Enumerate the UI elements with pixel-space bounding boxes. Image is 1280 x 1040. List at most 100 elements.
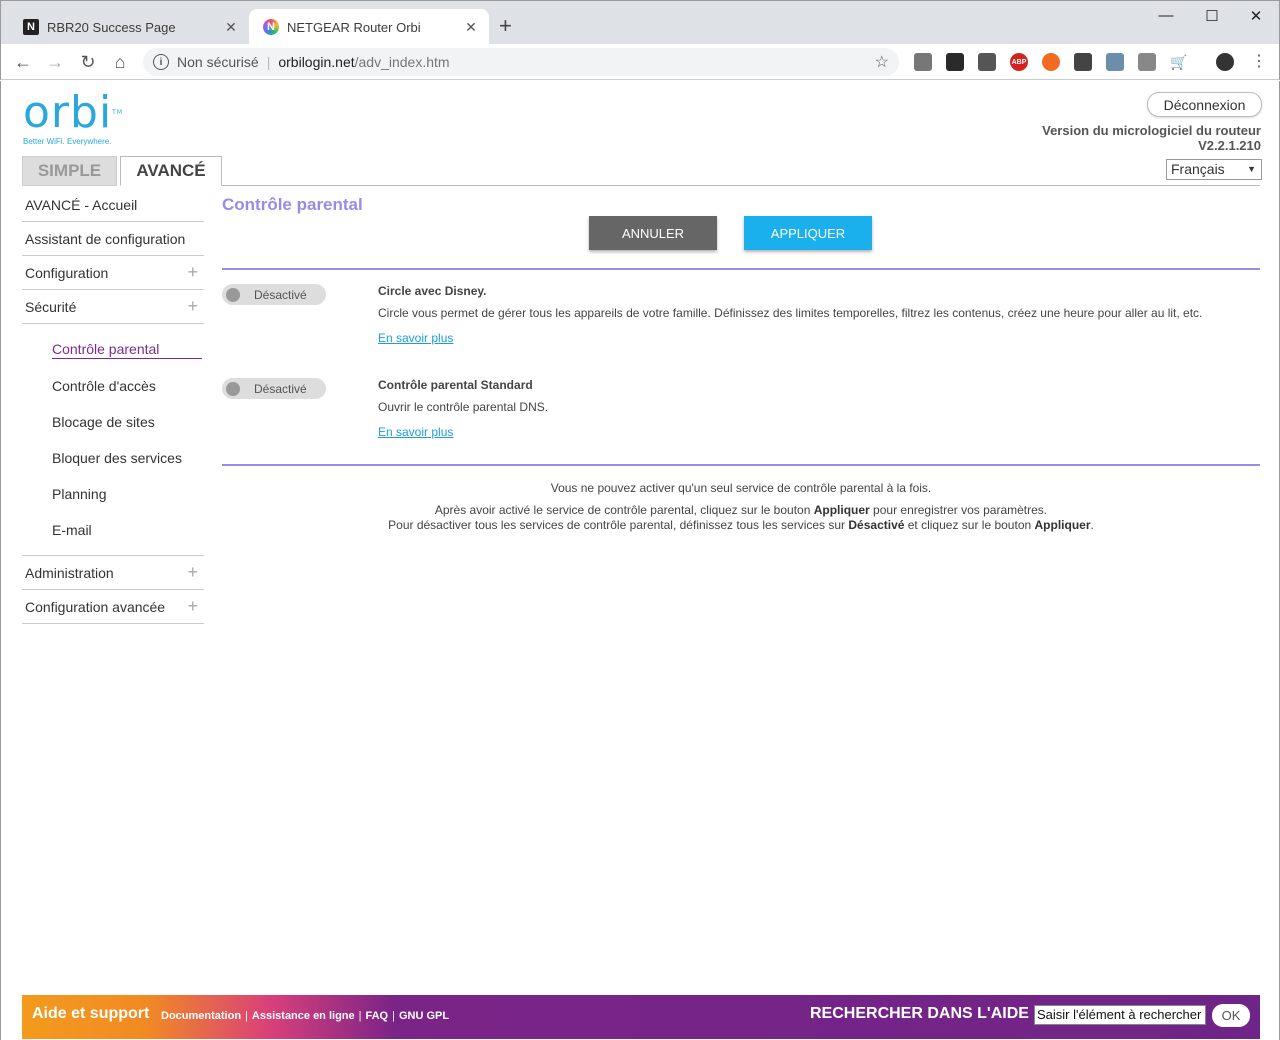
- sidebar-sub-label: Contrôle d'accès: [52, 378, 156, 394]
- avatar-icon[interactable]: [1216, 53, 1234, 71]
- cancel-button[interactable]: ANNULER: [589, 216, 717, 250]
- tab-simple[interactable]: SIMPLE: [22, 156, 117, 186]
- logo-tagline: Better WiFi. Everywhere.: [23, 137, 112, 146]
- adblock-icon[interactable]: ABP: [1010, 53, 1028, 71]
- address-separator: |: [266, 54, 271, 70]
- expand-plus-icon[interactable]: +: [187, 262, 198, 283]
- maximize-button[interactable]: ☐: [1189, 7, 1235, 25]
- firmware-label: Version du micrologiciel du routeur: [1042, 123, 1261, 138]
- sidebar-sub-label: Blocage de sites: [52, 414, 155, 430]
- shield-icon[interactable]: [1106, 53, 1124, 71]
- sidebar-item-label: AVANCÉ - Accueil: [25, 196, 138, 213]
- toggle-knob: [226, 381, 240, 396]
- back-arrow-icon[interactable]: ←: [11, 50, 35, 74]
- sidebar-item-setup-wizard[interactable]: Assistant de configuration: [22, 222, 204, 256]
- info-notes: Vous ne pouvez activer qu'un seul servic…: [222, 481, 1260, 533]
- note-bold: Appliquer: [1034, 518, 1091, 532]
- menu-icon[interactable]: ⋮: [1247, 50, 1271, 74]
- logo-tm: TM: [112, 109, 124, 116]
- sidebar-item-configuration[interactable]: Configuration +: [22, 256, 204, 290]
- tab-advanced[interactable]: AVANCÉ: [120, 156, 222, 186]
- sidebar-item-label: Configuration: [25, 264, 109, 281]
- note-text: et cliquez sur le bouton: [904, 518, 1035, 532]
- sidebar-item-label: Assistant de configuration: [25, 230, 186, 247]
- browser-toolbar: ← → ↻ ⌂ i Non sécurisé | orbilogin.net/a…: [0, 44, 1280, 80]
- security-status: Non sécurisé: [177, 54, 259, 70]
- expand-plus-icon[interactable]: +: [187, 562, 198, 583]
- note-text: pour enregistrer vos paramètres.: [869, 503, 1048, 517]
- firmware-info: Version du micrologiciel du routeur V2.2…: [1042, 123, 1261, 153]
- tab-close-icon[interactable]: ✕: [461, 19, 481, 36]
- service-title: Contrôle parental Standard: [378, 378, 533, 392]
- bookmark-star-icon[interactable]: ☆: [875, 52, 889, 72]
- url-host: orbilogin.net: [278, 54, 355, 70]
- gnu-gpl-link[interactable]: GNU GPL: [399, 1010, 449, 1022]
- expand-plus-icon[interactable]: +: [187, 296, 198, 317]
- sidebar-sub-block-sites[interactable]: Blocage de sites: [22, 404, 204, 440]
- router-page: orbiTM Better WiFi. Everywhere. Déconnex…: [0, 81, 1280, 1040]
- tab-close-icon[interactable]: ✕: [221, 19, 241, 36]
- faq-link[interactable]: FAQ: [366, 1010, 389, 1022]
- service-circle: Circle avec Disney. Circle vous permet d…: [378, 284, 1202, 345]
- toggle-label: Désactivé: [254, 287, 307, 302]
- toggle-label: Désactivé: [254, 381, 307, 396]
- help-search-input[interactable]: Saisir l'élément à rechercher: [1034, 1005, 1206, 1025]
- sidebar-sub-access-control[interactable]: Contrôle d'accès: [22, 368, 204, 404]
- browser-tab-rbr20[interactable]: N RBR20 Success Page ✕: [9, 9, 249, 45]
- browser-tab-netgear[interactable]: N NETGEAR Router Orbi ✕: [249, 9, 489, 45]
- close-window-button[interactable]: ✕: [1233, 7, 1279, 25]
- note-disable: Pour désactiver tous les services de con…: [222, 518, 1260, 533]
- search-ok-button[interactable]: OK: [1212, 1004, 1250, 1027]
- apply-button[interactable]: APPLIQUER: [744, 216, 872, 250]
- sidebar-item-administration[interactable]: Administration +: [22, 556, 204, 590]
- dropdown-arrow-icon: ▼: [1247, 164, 1256, 174]
- sidebar-sub-schedule[interactable]: Planning: [22, 476, 204, 512]
- sidebar-sub-email[interactable]: E-mail: [22, 512, 204, 548]
- cart-icon[interactable]: 🛒: [1170, 53, 1188, 71]
- sidebar-sub-block-services[interactable]: Bloquer des services: [22, 440, 204, 476]
- home-icon[interactable]: ⌂: [108, 50, 132, 74]
- expand-plus-icon[interactable]: +: [187, 596, 198, 617]
- tab-title: NETGEAR Router Orbi: [287, 19, 421, 35]
- address-bar[interactable]: i Non sécurisé | orbilogin.net/adv_index…: [143, 48, 899, 76]
- netgear-favicon-icon: N: [263, 19, 279, 35]
- page-title: Contrôle parental: [222, 195, 363, 214]
- firmware-version: V2.2.1.210: [1198, 138, 1261, 153]
- sidebar-sub-label: Planning: [52, 486, 107, 502]
- browser-titlebar: N RBR20 Success Page ✕ N NETGEAR Router …: [0, 0, 1280, 45]
- lock-icon[interactable]: [1074, 53, 1092, 71]
- language-value: Français: [1171, 161, 1225, 177]
- sidebar-item-advanced-setup[interactable]: Configuration avancée +: [22, 590, 204, 624]
- puzzle-icon[interactable]: [914, 53, 932, 71]
- grammarly-icon[interactable]: [1042, 53, 1060, 71]
- sidebar-item-advanced-home[interactable]: AVANCÉ - Accueil: [22, 188, 204, 222]
- link-separator: |: [245, 1010, 248, 1022]
- reload-icon[interactable]: ↻: [76, 50, 100, 74]
- online-support-link[interactable]: Assistance en ligne: [252, 1010, 355, 1022]
- new-tab-button[interactable]: +: [499, 15, 512, 37]
- circle-toggle[interactable]: Désactivé: [222, 284, 326, 305]
- sidebar-item-security[interactable]: Sécurité +: [22, 290, 204, 324]
- learn-more-link[interactable]: En savoir plus: [378, 331, 453, 345]
- info-icon[interactable]: i: [153, 54, 169, 70]
- note-bold: Désactivé: [848, 518, 905, 532]
- ghostery-icon[interactable]: [946, 53, 964, 71]
- sidebar-item-label: Sécurité: [25, 298, 77, 315]
- service-title: Circle avec Disney.: [378, 284, 487, 298]
- minimize-button[interactable]: —: [1143, 7, 1189, 24]
- forward-arrow-icon[interactable]: →: [43, 50, 67, 74]
- submenu-divider: [22, 548, 204, 556]
- url-path: /adv_index.htm: [354, 54, 450, 70]
- learn-more-link[interactable]: En savoir plus: [378, 425, 453, 439]
- section-divider-top: [222, 268, 1260, 270]
- documentation-link[interactable]: Documentation: [161, 1010, 241, 1022]
- service-description: Circle vous permet de gérer tous les app…: [378, 306, 1203, 320]
- gmail-icon[interactable]: [1138, 53, 1156, 71]
- standard-parental-toggle[interactable]: Désactivé: [222, 378, 326, 399]
- sidebar-sub-parental-control[interactable]: Contrôle parental: [22, 332, 204, 368]
- note-text: Après avoir activé le service de contrôl…: [434, 503, 814, 517]
- logout-button[interactable]: Déconnexion: [1147, 92, 1262, 117]
- key-icon[interactable]: [978, 53, 996, 71]
- service-standard: Contrôle parental Standard Ouvrir le con…: [378, 378, 548, 439]
- language-select[interactable]: Français ▼: [1166, 159, 1262, 180]
